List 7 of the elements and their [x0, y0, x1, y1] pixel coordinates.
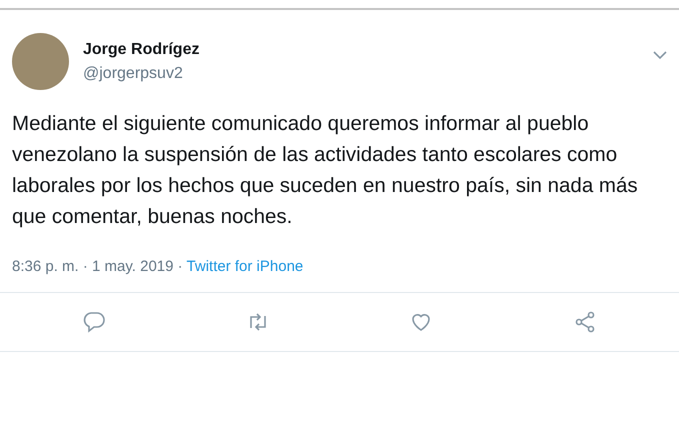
tweet-source-link[interactable]: Twitter for iPhone	[186, 258, 304, 275]
author-name[interactable]: Jorge Rodrígez	[83, 40, 653, 58]
speech-bubble-icon[interactable]	[82, 310, 106, 334]
tweet-text: Mediante el siguiente comunicado queremos informar al pueblo venezolano la suspensión de las actividades tanto escolares como laborales por los hechos que suceden en nuestro país, sin nada más que comentar, buenas noches.	[12, 111, 639, 230]
author-handle[interactable]: @jorgerpsuv2	[83, 64, 653, 82]
chevron-down-icon[interactable]	[653, 51, 667, 60]
tweet-timestamp: 8:36 p. m. · 1 may. 2019 ·	[12, 258, 184, 275]
